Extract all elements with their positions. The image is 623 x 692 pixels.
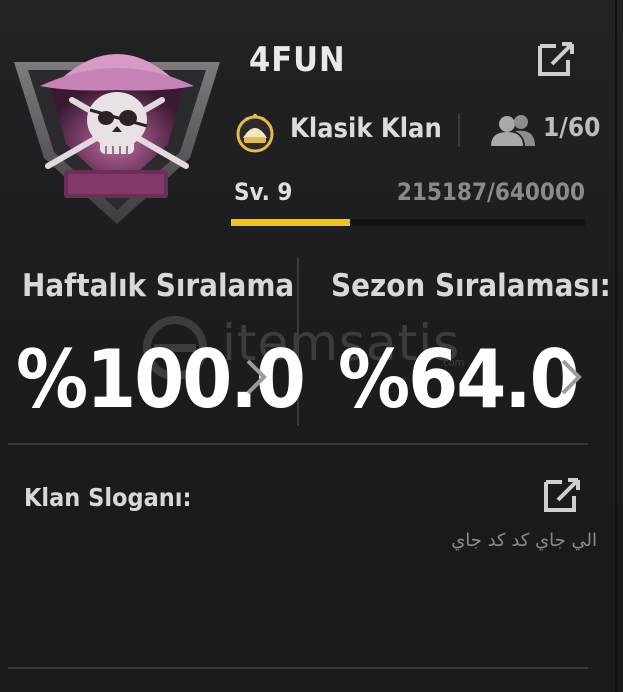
slogan-label: Klan Sloganı: <box>24 483 192 512</box>
weekly-ranking-label: Haftalık Sıralama <box>22 268 295 304</box>
edit-icon[interactable] <box>540 472 584 516</box>
member-count: 1/60 <box>543 113 601 143</box>
crown-badge-icon <box>236 113 274 153</box>
season-ranking-value: %64.0 <box>338 333 580 426</box>
members-icon <box>491 115 535 146</box>
clan-name: 4FUN <box>249 40 346 80</box>
divider <box>458 113 460 147</box>
pirate-emblem-icon[interactable] <box>12 40 222 230</box>
section-divider <box>8 667 588 669</box>
panel-border <box>615 0 617 692</box>
edit-icon[interactable] <box>534 36 578 80</box>
clan-xp: 215187/640000 <box>396 178 585 206</box>
section-divider <box>8 443 588 445</box>
clan-type: Klasik Klan <box>290 113 442 144</box>
chevron-right-icon[interactable] <box>243 355 269 399</box>
xp-progress-fill <box>231 219 350 226</box>
xp-progress-bar <box>231 219 585 226</box>
slogan-text: الي جاي كد كد جاي <box>451 530 597 551</box>
chevron-right-icon[interactable] <box>558 355 584 399</box>
season-ranking-label: Sezon Sıralaması: <box>331 268 611 304</box>
clan-level: Sv. 9 <box>234 178 293 206</box>
